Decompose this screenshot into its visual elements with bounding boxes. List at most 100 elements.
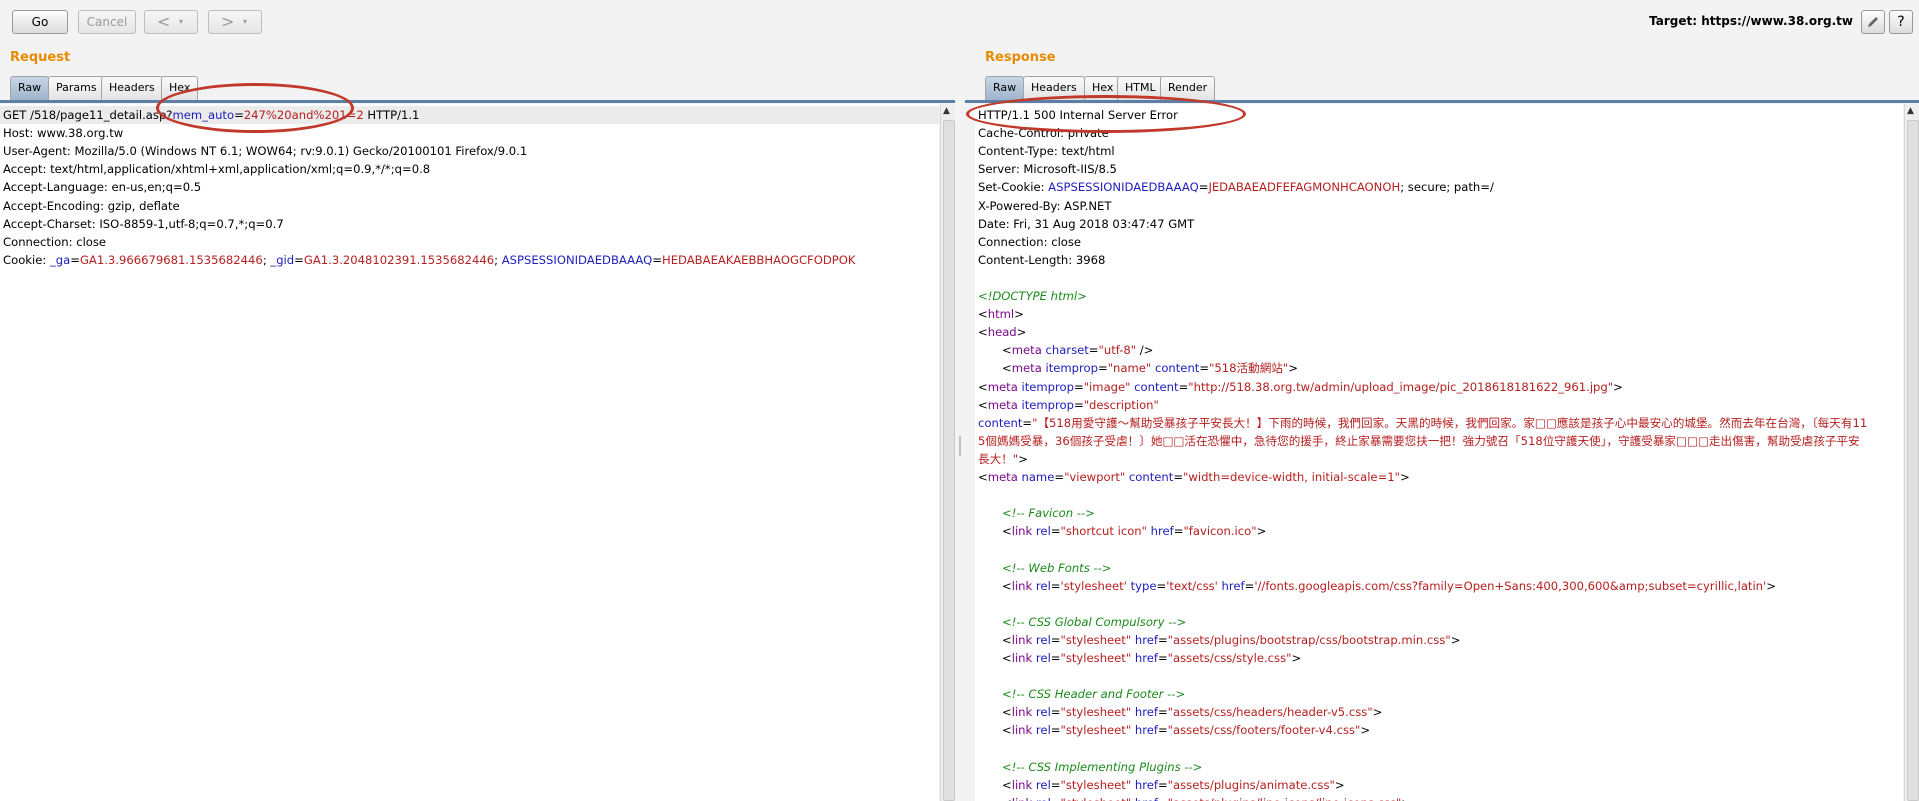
code-token: Accept-Encoding: gzip, deflate: [3, 198, 180, 213]
code-token: <: [1002, 796, 1012, 801]
code-token: =: [1088, 343, 1099, 358]
tab-request-params[interactable]: Params: [48, 76, 105, 100]
code-token: =: [1051, 796, 1061, 801]
code-token: <!-- CSS Implementing Plugins -->: [1002, 759, 1203, 774]
code-token: rel: [1032, 632, 1051, 647]
code-token: >: [1291, 651, 1302, 665]
request-scrollbar[interactable]: ▲: [940, 104, 955, 801]
response-line: <!-- Web Fonts -->: [1002, 559, 1112, 577]
help-button[interactable]: ?: [1889, 10, 1913, 34]
code-token: =: [1157, 777, 1168, 792]
forward-button[interactable]: > ▾: [208, 10, 262, 34]
request-line: Cookie: _ga=GA1.3.966679681.1535682446; …: [3, 251, 855, 269]
response-line: <meta itemprop="description": [978, 396, 1159, 414]
code-token: ASPSESSIONIDAEDBAAAQ: [501, 252, 653, 267]
scroll-up-icon[interactable]: ▲: [1907, 106, 1914, 116]
code-token: =: [1050, 524, 1061, 539]
request-line: Host: www.38.org.tw: [3, 124, 123, 142]
response-line: <link rel='stylesheet' type='text/css' h…: [1002, 577, 1776, 595]
code-token: <!-- Web Fonts -->: [1002, 560, 1112, 575]
cancel-button[interactable]: Cancel: [78, 10, 136, 34]
code-token: Accept-Charset: ISO-8859-1,utf-8;q=0.7,*…: [3, 216, 284, 231]
code-token: rel: [1032, 723, 1051, 738]
code-token: "utf-8": [1098, 343, 1137, 358]
tab-underline: [0, 100, 955, 103]
response-line: <!-- CSS Header and Footer -->: [1002, 685, 1185, 703]
code-token: >: [1014, 307, 1024, 322]
code-token: html: [987, 307, 1015, 322]
code-token: link: [1011, 578, 1033, 593]
code-token: "description": [1083, 397, 1159, 412]
code-token: "stylesheet": [1060, 777, 1132, 792]
code-token: <: [978, 325, 988, 340]
code-token: X-Powered-By: ASP.NET: [978, 198, 1112, 213]
code-token: Connection: close: [3, 234, 107, 249]
code-token: =: [1054, 470, 1065, 484]
code-token: >: [1372, 705, 1383, 720]
code-token: type: [1126, 578, 1157, 593]
go-button[interactable]: Go: [12, 10, 68, 34]
code-token: JEDABAEADFEFAGMONHCAONOH: [1208, 180, 1401, 195]
response-line: 5個媽媽受暴，36個孩子受虐！〕她□□活在恐懼中，急待您的援手，終止家暴需要您扶…: [978, 432, 1860, 450]
code-token: =: [1199, 361, 1210, 376]
code-token: "stylesheet": [1060, 723, 1132, 738]
code-token: "assets/plugins/line-icons/line-icons.cs…: [1168, 796, 1402, 801]
code-token: link: [1011, 777, 1033, 792]
code-token: =: [1157, 632, 1168, 647]
scroll-thumb[interactable]: [943, 120, 955, 801]
response-editor[interactable]: HTTP/1.1 500 Internal Server Error Cache-…: [975, 104, 1903, 801]
scroll-up-icon[interactable]: ▲: [943, 106, 950, 116]
response-title: Response: [985, 50, 1056, 65]
code-token: content: [1130, 379, 1179, 394]
code-token: >: [1360, 723, 1371, 738]
tab-request-headers[interactable]: Headers: [101, 76, 163, 100]
code-token: "stylesheet": [1060, 705, 1132, 720]
code-token: =: [1022, 415, 1033, 430]
edit-target-button[interactable]: [1861, 10, 1885, 34]
code-token: <: [1002, 361, 1012, 376]
code-token: ASPSESSIONIDAEDBAAAQ: [1048, 180, 1199, 195]
code-token: GET /518/page11_detail.asp?: [3, 108, 173, 122]
toolbar: Go Cancel < ▾ > ▾ Target: https://www.38…: [0, 0, 1919, 46]
code-token: =: [1050, 705, 1061, 720]
splitter-grip[interactable]: [959, 436, 961, 456]
code-token: =: [1050, 651, 1061, 665]
request-line: Accept-Encoding: gzip, deflate: [3, 197, 180, 215]
code-token: 'stylesheet': [1060, 578, 1127, 593]
code-token: rel: [1032, 578, 1051, 593]
response-line: <meta itemprop="image" content="http://5…: [978, 378, 1623, 396]
code-token: >: [1766, 578, 1776, 593]
code-token: _gid: [270, 252, 295, 267]
back-button[interactable]: < ▾: [144, 10, 198, 34]
code-token: =: [652, 252, 662, 267]
tab-request-raw[interactable]: Raw: [10, 76, 50, 100]
response-line: <link rel="stylesheet" href="assets/plug…: [1002, 631, 1460, 649]
pane-splitter[interactable]: [955, 46, 965, 801]
code-token: =: [1156, 578, 1167, 593]
code-token: <!-- CSS Global Compulsory -->: [1002, 614, 1187, 629]
code-token: "【518用愛守護～幫助受暴孩子平安長大！】下雨的時候，我們回家。天黑的時候，我…: [1032, 415, 1868, 430]
code-token: link: [1011, 723, 1033, 738]
code-token: HTTP/1.1: [363, 108, 420, 122]
request-line: Accept-Language: en-us,en;q=0.5: [3, 178, 201, 196]
tab-response-raw[interactable]: Raw: [985, 76, 1025, 100]
code-token: =: [1098, 361, 1108, 376]
code-token: =: [70, 252, 80, 267]
code-token: >: [1450, 632, 1461, 647]
target-label: Target: https://www.38.org.tw: [1649, 14, 1853, 28]
code-token: User-Agent: Mozilla/5.0 (Windows NT 6.1;…: [3, 144, 528, 159]
response-line: <link rel="stylesheet" href="assets/css/…: [1002, 703, 1382, 721]
response-line: Connection: close: [978, 233, 1081, 251]
code-token: =: [1050, 723, 1061, 738]
code-token: href: [1131, 651, 1158, 665]
request-editor[interactable]: GET /518/page11_detail.asp?mem_auto=247%…: [0, 104, 939, 801]
scroll-thumb[interactable]: [1907, 120, 1919, 801]
code-token: HEDABAEAKAEBBHAOGCFODPOK: [661, 252, 856, 267]
response-line: <!-- Favicon -->: [1002, 504, 1095, 522]
code-token: meta: [987, 397, 1018, 412]
response-scrollbar[interactable]: ▲: [1904, 104, 1919, 801]
code-token: =: [1244, 578, 1255, 593]
request-pane: Request Raw Params Headers Hex GET /518/…: [0, 46, 955, 801]
request-line: Connection: close: [3, 233, 106, 251]
code-token: Content-Type: text/html: [978, 144, 1115, 159]
